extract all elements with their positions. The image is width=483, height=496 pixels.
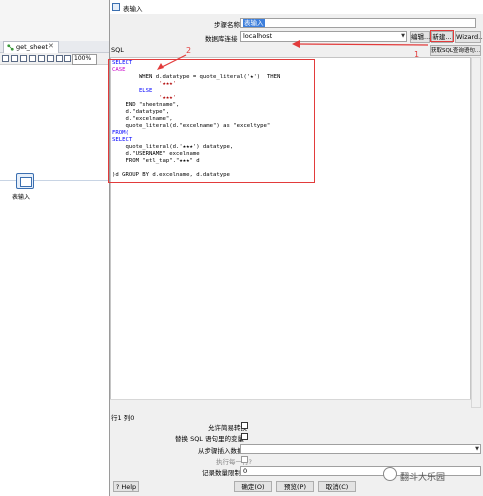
zoom-select[interactable]: 100% — [72, 54, 97, 65]
replay-icon[interactable] — [47, 55, 54, 62]
annotation-label-2: 2 — [186, 46, 192, 55]
sql-label: SQL — [111, 46, 124, 54]
chevron-down-icon: ▼ — [401, 33, 405, 39]
verify-icon[interactable] — [56, 55, 63, 62]
run-icon[interactable] — [2, 55, 9, 62]
replace-variables-checkbox[interactable] — [241, 433, 248, 440]
chevron-down-icon: ▼ — [475, 446, 479, 452]
table-input-step-icon[interactable] — [16, 173, 34, 189]
insert-data-from-step-label: 从步骤插入数据 — [198, 447, 244, 455]
annotation-label-1: 1 — [414, 50, 420, 59]
new-button-highlight-box — [430, 30, 454, 42]
sql-icon[interactable] — [64, 55, 71, 62]
insert-data-from-step-select[interactable]: ▼ — [240, 444, 481, 454]
connection-select[interactable]: localhost ▼ — [240, 31, 407, 42]
watermark-text: 翻斗大乐园 — [400, 473, 446, 483]
stop-icon[interactable] — [20, 55, 27, 62]
watermark-logo — [383, 467, 397, 481]
help-button-label: Help — [121, 483, 137, 491]
designer-toolbar: 100% — [0, 53, 112, 65]
preview-icon[interactable] — [29, 55, 36, 62]
edit-connection-button[interactable]: 编辑... — [410, 31, 430, 43]
cursor-position: 行1 列0 — [111, 414, 135, 422]
preview-button[interactable]: 预览(P) — [276, 481, 314, 492]
step-name-input[interactable]: 表输入 — [240, 18, 476, 28]
dialog-title: 表输入 — [123, 5, 143, 13]
close-icon[interactable]: ✕ — [48, 42, 54, 50]
execute-each-row-checkbox[interactable] — [241, 456, 248, 463]
debug-icon[interactable] — [38, 55, 45, 62]
limit-size-label: 记录数量限制 — [202, 469, 241, 477]
tab-label: get_sheet — [16, 43, 48, 51]
pause-icon[interactable] — [11, 55, 18, 62]
cancel-button[interactable]: 取消(C) — [318, 481, 356, 492]
connection-value: localhost — [243, 32, 273, 40]
transformation-icon — [7, 44, 14, 51]
get-sql-button[interactable]: 获取SQL查询语句... — [430, 45, 481, 56]
sql-vertical-scrollbar[interactable] — [471, 57, 481, 408]
transformation-tab[interactable]: get_sheet ✕ — [3, 41, 59, 53]
designer-canvas[interactable] — [0, 65, 112, 496]
step-name-value: 表输入 — [243, 19, 265, 27]
help-button[interactable]: ? Help — [113, 481, 139, 492]
connection-label: 数据库连接 — [205, 35, 238, 43]
limit-size-value: 0 — [243, 467, 248, 475]
step-label: 表输入 — [12, 194, 31, 201]
sql-horizontal-scrollbar[interactable] — [110, 399, 471, 408]
step-name-label: 步骤名称 — [214, 21, 240, 29]
wizard-button[interactable]: Wizard... — [455, 31, 483, 43]
allow-lazy-conversion-checkbox[interactable] — [241, 422, 248, 429]
replace-variables-label: 替换 SQL 语句里的变量 — [175, 435, 244, 443]
table-input-icon — [112, 3, 120, 11]
ok-button[interactable]: 确定(O) — [234, 481, 272, 492]
sql-highlight-box — [108, 59, 315, 183]
help-icon: ? — [115, 483, 120, 491]
dialog-title-bar — [110, 0, 483, 14]
